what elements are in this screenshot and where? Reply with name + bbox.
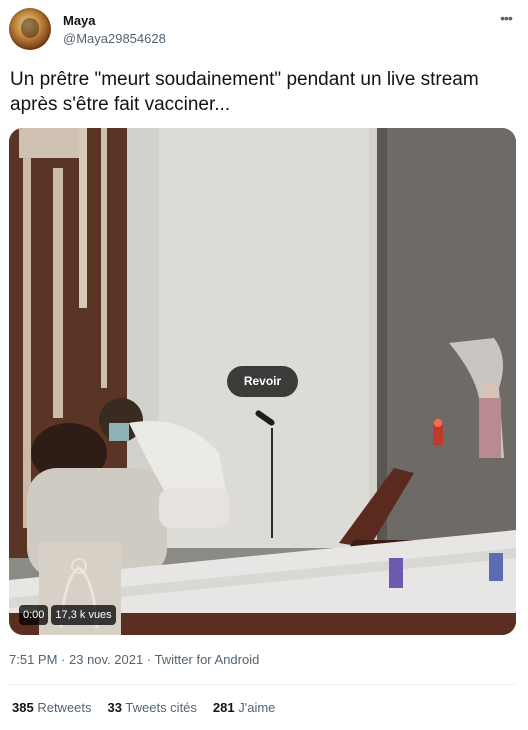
- video-player[interactable]: Revoir: [9, 128, 516, 635]
- more-options-icon[interactable]: •••: [496, 10, 516, 26]
- tweet-time[interactable]: 7:51 PM: [9, 652, 57, 667]
- likes-label: J'aime: [238, 700, 276, 715]
- quotes-label: Tweets cités: [125, 700, 197, 715]
- quotes-count: 33: [107, 700, 122, 715]
- tweet-source[interactable]: Twitter for Android: [155, 652, 260, 667]
- likes-stat[interactable]: 281 J'aime: [213, 700, 276, 715]
- video-time: 0:00: [19, 605, 49, 625]
- author-name[interactable]: Maya: [63, 13, 96, 28]
- tweet-stats: 385 Retweets 33 Tweets cités 281 J'aime: [12, 700, 275, 715]
- meta-separator: ·: [146, 652, 155, 667]
- retweets-stat[interactable]: 385 Retweets: [12, 700, 92, 715]
- replay-button[interactable]: Revoir: [227, 366, 298, 397]
- quotes-stat[interactable]: 33 Tweets cités: [108, 700, 197, 715]
- likes-count: 281: [212, 700, 235, 715]
- retweets-label: Retweets: [37, 700, 92, 715]
- divider: [9, 684, 516, 685]
- tweet-text: Un prêtre "meurt soudainement" pendant u…: [10, 69, 479, 115]
- video-views: 17,3 k vues: [51, 605, 116, 625]
- video-info: 0:00 17,3 k vues: [19, 605, 116, 625]
- author-handle[interactable]: @Maya29854628: [63, 31, 166, 46]
- tweet-meta: 7:51 PM · 23 nov. 2021 · Twitter for And…: [9, 652, 259, 667]
- tweet-date[interactable]: 23 nov. 2021: [69, 652, 143, 667]
- retweets-count: 385: [12, 700, 34, 715]
- meta-separator: ·: [61, 652, 69, 667]
- avatar[interactable]: [9, 8, 51, 50]
